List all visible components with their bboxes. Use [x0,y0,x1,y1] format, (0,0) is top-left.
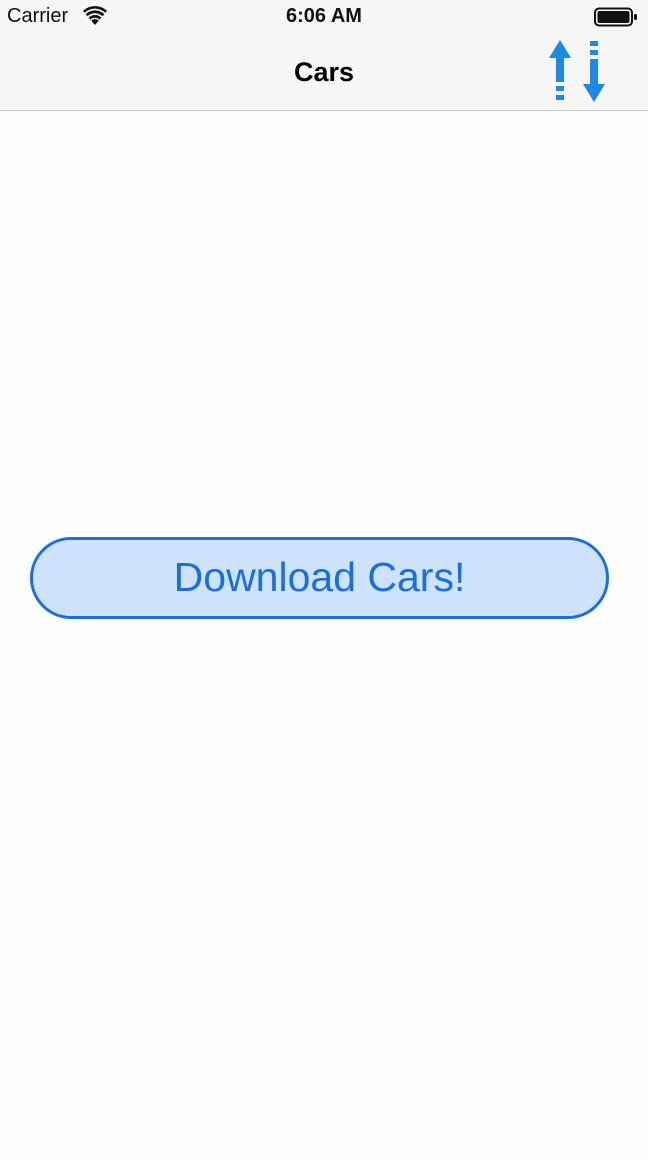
navigation-bar: Cars [0,32,648,110]
sort-arrows-icon [549,40,605,102]
top-bar: Carrier 6:06 AM Cars [0,0,648,111]
status-bar: Carrier 6:06 AM [0,0,648,32]
main-content: Download Cars! [0,111,648,1160]
download-cars-button[interactable]: Download Cars! [30,537,609,619]
battery-icon [594,7,637,27]
app-screen: Carrier 6:06 AM Cars Download Cars! [0,0,648,1160]
sort-button[interactable] [546,38,614,104]
status-time: 6:06 AM [286,5,362,27]
